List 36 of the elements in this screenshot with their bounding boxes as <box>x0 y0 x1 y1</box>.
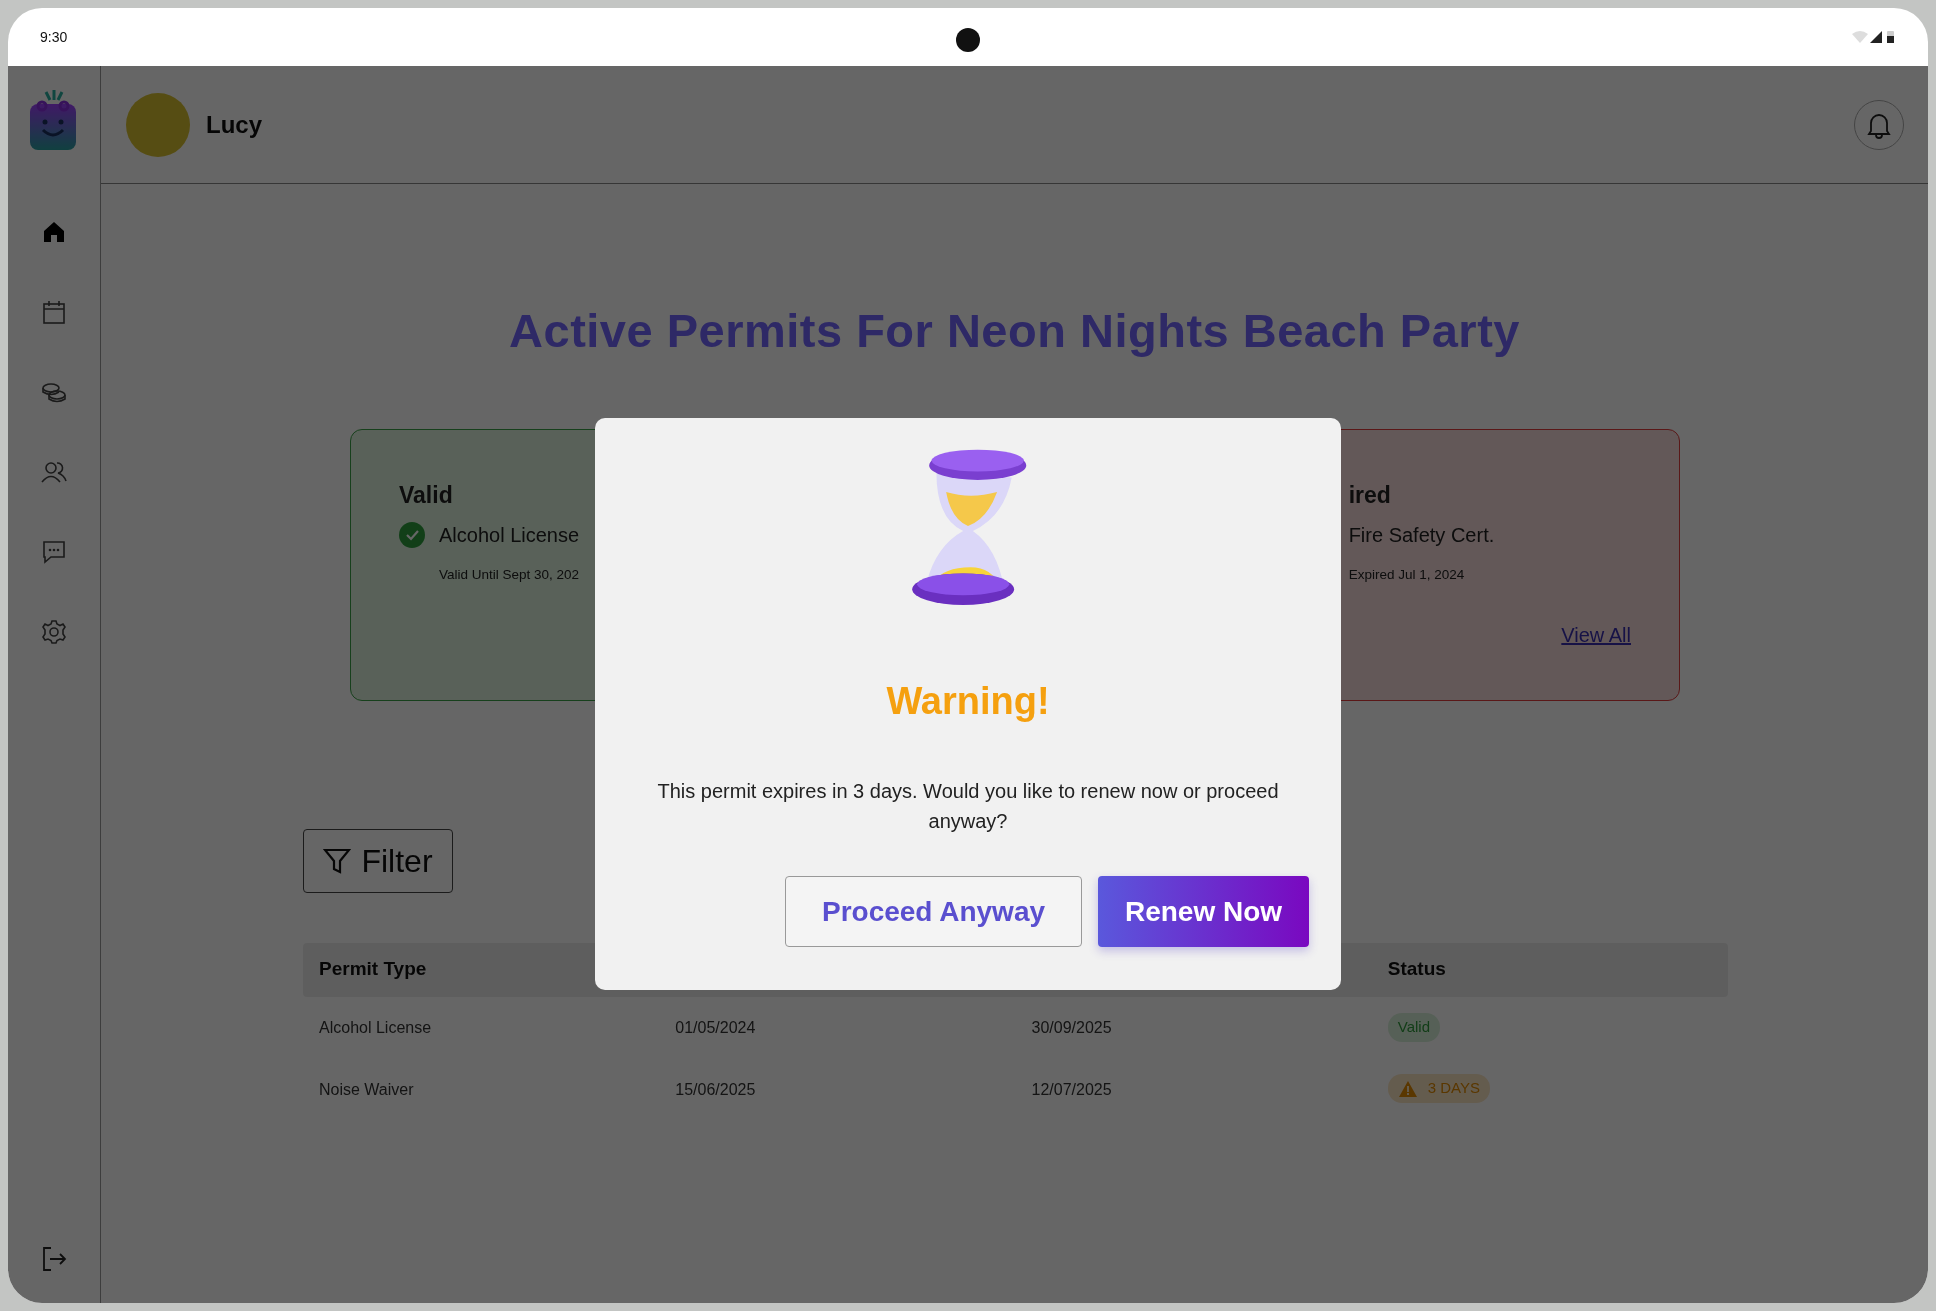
renew-now-button[interactable]: Renew Now <box>1098 876 1309 947</box>
table-cell-text: 30/09/2025 <box>1030 1017 1113 1038</box>
table-cell-text: 01/05/2024 <box>674 1017 757 1038</box>
page-title: Active Permits For Neon Nights Beach Party <box>508 303 1521 359</box>
home-icon[interactable] <box>41 219 67 245</box>
filter-icon <box>323 846 352 875</box>
settings-icon[interactable] <box>41 619 67 645</box>
dialog-message: This permit expires in 3 days. Would you like to renew now or proceed anyway? <box>656 779 1280 834</box>
camera-icon <box>956 28 980 52</box>
permit-name: Fire Safety Cert. <box>1348 523 1495 548</box>
proceed-anyway-button[interactable]: Proceed Anyway <box>785 876 1082 947</box>
table-cell-text: 12/07/2025 <box>1030 1079 1113 1100</box>
logout-icon[interactable] <box>41 1246 67 1272</box>
column-header: Status <box>1386 957 1447 982</box>
status-badge: Valid <box>1387 1013 1440 1042</box>
filter-button[interactable]: Filter <box>303 828 453 893</box>
table-cell-text: Noise Waiver <box>318 1079 415 1100</box>
card-title: Valid <box>399 480 453 510</box>
permit-date: Valid Until Sept 30, 202 <box>439 566 580 584</box>
users-icon[interactable] <box>41 459 67 485</box>
calendar-icon[interactable] <box>41 299 67 325</box>
signal-status-icon <box>1852 30 1896 44</box>
status-time: 9:30 <box>40 27 68 47</box>
user-name: Lucy <box>206 109 262 140</box>
dialog-title: Warning! <box>886 679 1050 724</box>
table-cell-text: Alcohol License <box>318 1017 433 1038</box>
column-header: Permit Type <box>318 957 428 982</box>
chat-icon[interactable] <box>41 539 67 565</box>
status-badge: 3 DAYS <box>1387 1074 1490 1103</box>
permit-name: Alcohol License <box>439 523 580 548</box>
notification-button[interactable] <box>1854 99 1904 150</box>
table-cell-text: 15/06/2025 <box>674 1079 757 1100</box>
check-icon <box>399 522 425 548</box>
warning-icon <box>1397 1079 1418 1098</box>
permit-date: Expired Jul 1, 2024 <box>1348 566 1465 584</box>
card-title: ired <box>1348 480 1391 510</box>
